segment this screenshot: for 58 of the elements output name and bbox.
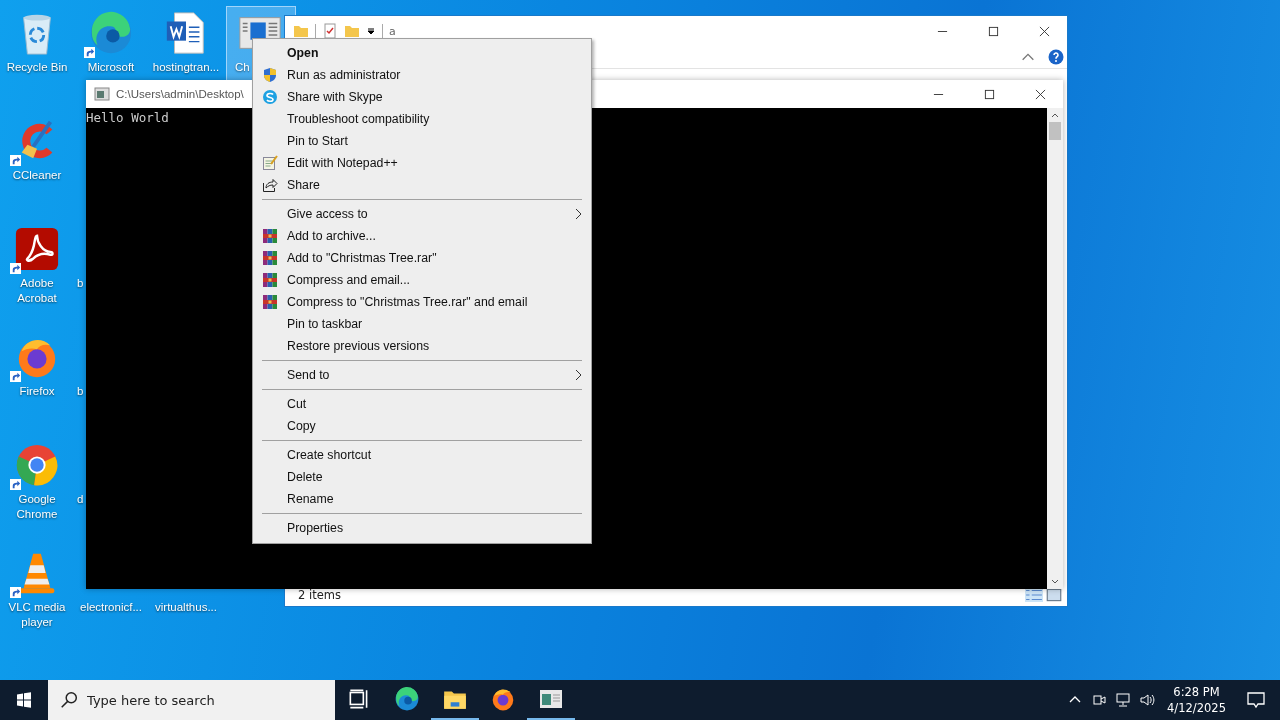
menu-item[interactable]: Delete	[253, 466, 591, 488]
menu-item[interactable]: Cut	[253, 393, 591, 415]
status-text: 2 items	[298, 588, 341, 602]
menu-item[interactable]: Pin to Start	[253, 130, 591, 152]
archive-books-icon	[262, 272, 278, 288]
menu-item[interactable]: Create shortcut	[253, 444, 591, 466]
help-icon[interactable]	[1048, 49, 1064, 65]
console-window-icon	[94, 86, 110, 102]
network-icon[interactable]	[1115, 692, 1132, 708]
acrobat-icon	[14, 226, 60, 272]
share-icon	[262, 177, 278, 193]
menu-item[interactable]: Share	[253, 174, 591, 196]
menu-item[interactable]: Troubleshoot compatibility	[253, 108, 591, 130]
maximize-icon[interactable]	[984, 88, 995, 100]
edge-icon	[88, 10, 134, 56]
menu-item[interactable]: Restore previous versions	[253, 335, 591, 357]
menu-item[interactable]: Share with Skype	[253, 86, 591, 108]
menu-item[interactable]: Rename	[253, 488, 591, 510]
large-icons-view-icon[interactable]	[1045, 588, 1063, 602]
chrome-icon	[14, 442, 60, 488]
skype-icon	[262, 89, 278, 105]
notepad-icon	[262, 155, 278, 171]
clock[interactable]: 6:28 PM 4/12/2025	[1167, 684, 1226, 716]
scrollbar-thumb[interactable]	[1049, 122, 1061, 140]
menu-item[interactable]: Pin to taskbar	[253, 313, 591, 335]
menu-item[interactable]: Compress to "Christmas Tree.rar" and email	[253, 291, 591, 313]
scrollbar[interactable]	[1047, 108, 1063, 589]
dropdown-caret-icon[interactable]	[366, 26, 376, 36]
window-title: a	[389, 24, 396, 38]
menu-item[interactable]: Run as administrator	[253, 64, 591, 86]
archive-books-icon	[262, 250, 278, 266]
console-output: Hello World	[86, 110, 169, 125]
menu-item[interactable]: Edit with Notepad++	[253, 152, 591, 174]
camera-icon[interactable]	[1091, 692, 1108, 708]
console-window-icon	[539, 687, 563, 711]
edge-icon	[394, 686, 420, 712]
volume-icon[interactable]	[1139, 692, 1156, 708]
menu-item[interactable]: Open	[253, 42, 591, 64]
menu-item[interactable]: Send to	[253, 364, 591, 386]
search-icon	[60, 691, 78, 709]
submenu-chevron-icon	[574, 208, 582, 220]
menu-item[interactable]: Properties	[253, 517, 591, 539]
archive-books-icon	[262, 228, 278, 244]
firefox-icon	[490, 686, 516, 712]
search-field[interactable]: Type here to search	[48, 680, 335, 720]
menu-item[interactable]: Add to archive...	[253, 225, 591, 247]
menu-item[interactable]: Compress and email...	[253, 269, 591, 291]
submenu-chevron-icon	[574, 369, 582, 381]
window-title: C:\Users\admin\Desktop\	[116, 88, 244, 100]
archive-books-icon	[262, 294, 278, 310]
close-icon[interactable]	[1035, 88, 1046, 100]
maximize-icon[interactable]	[988, 25, 999, 37]
menu-item[interactable]: Give access to	[253, 203, 591, 225]
shield-icon	[262, 67, 278, 83]
close-icon[interactable]	[1039, 25, 1050, 37]
menu-item[interactable]: Add to "Christmas Tree.rar"	[253, 247, 591, 269]
notifications-icon[interactable]	[1246, 690, 1266, 710]
menu-item[interactable]: Copy	[253, 415, 591, 437]
